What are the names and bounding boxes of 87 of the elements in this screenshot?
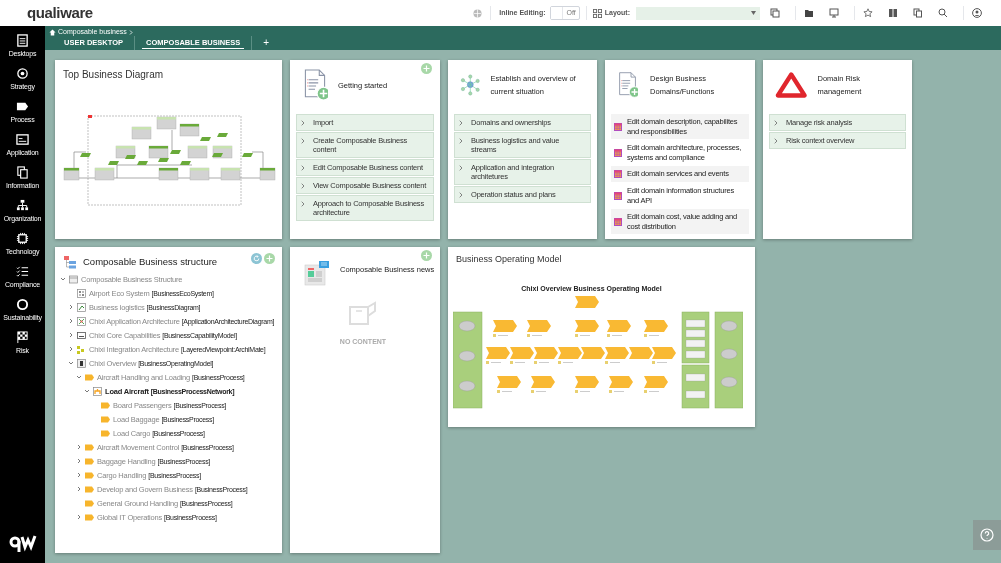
model-icon bbox=[77, 288, 86, 298]
chevron-down-icon bbox=[84, 388, 90, 394]
org-chart-icon bbox=[16, 199, 29, 212]
chevron-right-icon bbox=[301, 120, 305, 126]
target-icon bbox=[16, 67, 29, 80]
chevron-down-icon bbox=[60, 276, 66, 282]
select-button[interactable] bbox=[770, 8, 780, 18]
chevron-right-icon bbox=[128, 29, 133, 35]
plus-icon bbox=[423, 252, 430, 259]
document-add-icon bbox=[302, 69, 328, 101]
chevron-right-icon bbox=[68, 318, 74, 324]
checklist-icon bbox=[16, 265, 29, 278]
search-icon bbox=[938, 8, 948, 18]
chevron-right-icon bbox=[774, 120, 778, 126]
chevron-right-icon bbox=[301, 183, 305, 189]
process-icon bbox=[85, 372, 94, 382]
chevron-right-icon bbox=[459, 192, 463, 198]
plus-icon bbox=[266, 255, 273, 262]
copy-button[interactable] bbox=[913, 8, 923, 18]
caret-icon bbox=[751, 11, 756, 15]
files-icon bbox=[16, 166, 29, 179]
star-button[interactable] bbox=[863, 8, 873, 18]
document-add-icon bbox=[617, 69, 639, 101]
monitor-icon bbox=[829, 8, 839, 18]
qw-logo-icon bbox=[9, 533, 37, 553]
plus-icon bbox=[423, 65, 430, 72]
newspaper-icon bbox=[304, 260, 330, 287]
user-button[interactable] bbox=[972, 8, 982, 18]
chevron-right-icon bbox=[76, 472, 82, 478]
chevron-right-icon bbox=[459, 120, 463, 126]
chevron-right-icon bbox=[301, 138, 305, 144]
refresh-icon bbox=[253, 255, 260, 262]
tag-icon bbox=[16, 100, 29, 113]
table-icon bbox=[614, 122, 622, 131]
user-icon bbox=[972, 8, 982, 18]
chevron-down-icon bbox=[76, 374, 82, 380]
chevron-right-icon bbox=[76, 486, 82, 492]
star-icon bbox=[863, 8, 873, 18]
ring-icon bbox=[16, 298, 29, 311]
chevron-right-icon bbox=[68, 346, 74, 352]
model-icon bbox=[93, 386, 102, 396]
table-icon bbox=[614, 217, 622, 226]
chevron-down-icon bbox=[68, 360, 74, 366]
card-title: Composable Business structure bbox=[83, 254, 218, 269]
tab[interactable]: + bbox=[259, 37, 274, 49]
chevron-right-icon bbox=[774, 138, 778, 144]
monitor-button[interactable] bbox=[829, 8, 839, 18]
columns-icon bbox=[888, 8, 898, 18]
model-icon bbox=[77, 344, 86, 354]
chevron-right-icon bbox=[301, 201, 305, 207]
card-title: Top Business Diagram bbox=[62, 68, 165, 82]
model-icon bbox=[69, 274, 78, 284]
layout-icon bbox=[592, 8, 602, 18]
checkered-flag-icon bbox=[16, 331, 29, 344]
card-title: Business Operating Model bbox=[455, 253, 563, 266]
chevron-right-icon bbox=[68, 332, 74, 338]
model-icon bbox=[77, 330, 86, 340]
warning-triangle-icon bbox=[775, 71, 808, 99]
chevron-right-icon bbox=[76, 458, 82, 464]
home-icon bbox=[49, 28, 56, 36]
model-icon bbox=[77, 316, 86, 326]
table-icon bbox=[614, 148, 622, 157]
box-icon bbox=[348, 301, 378, 325]
logo-text: qualiware bbox=[27, 2, 93, 23]
globe-icon bbox=[473, 8, 483, 18]
document-icon bbox=[16, 34, 29, 47]
chip-icon bbox=[16, 232, 29, 245]
chevron-right-icon bbox=[76, 444, 82, 450]
chevron-right-icon bbox=[459, 138, 463, 144]
folder-icon bbox=[804, 8, 814, 18]
model-icon bbox=[77, 302, 86, 312]
chevron-right-icon bbox=[68, 304, 74, 310]
columns-button[interactable] bbox=[888, 8, 898, 18]
help-icon bbox=[980, 528, 994, 542]
folder-button[interactable] bbox=[804, 8, 814, 18]
chevron-right-icon bbox=[76, 514, 82, 520]
model-icon bbox=[77, 358, 86, 368]
help-button[interactable] bbox=[973, 520, 1001, 550]
table-icon bbox=[614, 191, 622, 200]
application-icon bbox=[16, 133, 29, 146]
search-button[interactable] bbox=[938, 8, 948, 18]
chevron-right-icon bbox=[301, 165, 305, 171]
select-icon bbox=[770, 8, 780, 18]
chevron-right-icon bbox=[459, 165, 463, 171]
hierarchy-icon bbox=[63, 255, 77, 269]
copy-icon bbox=[913, 8, 923, 18]
table-icon bbox=[614, 170, 622, 178]
